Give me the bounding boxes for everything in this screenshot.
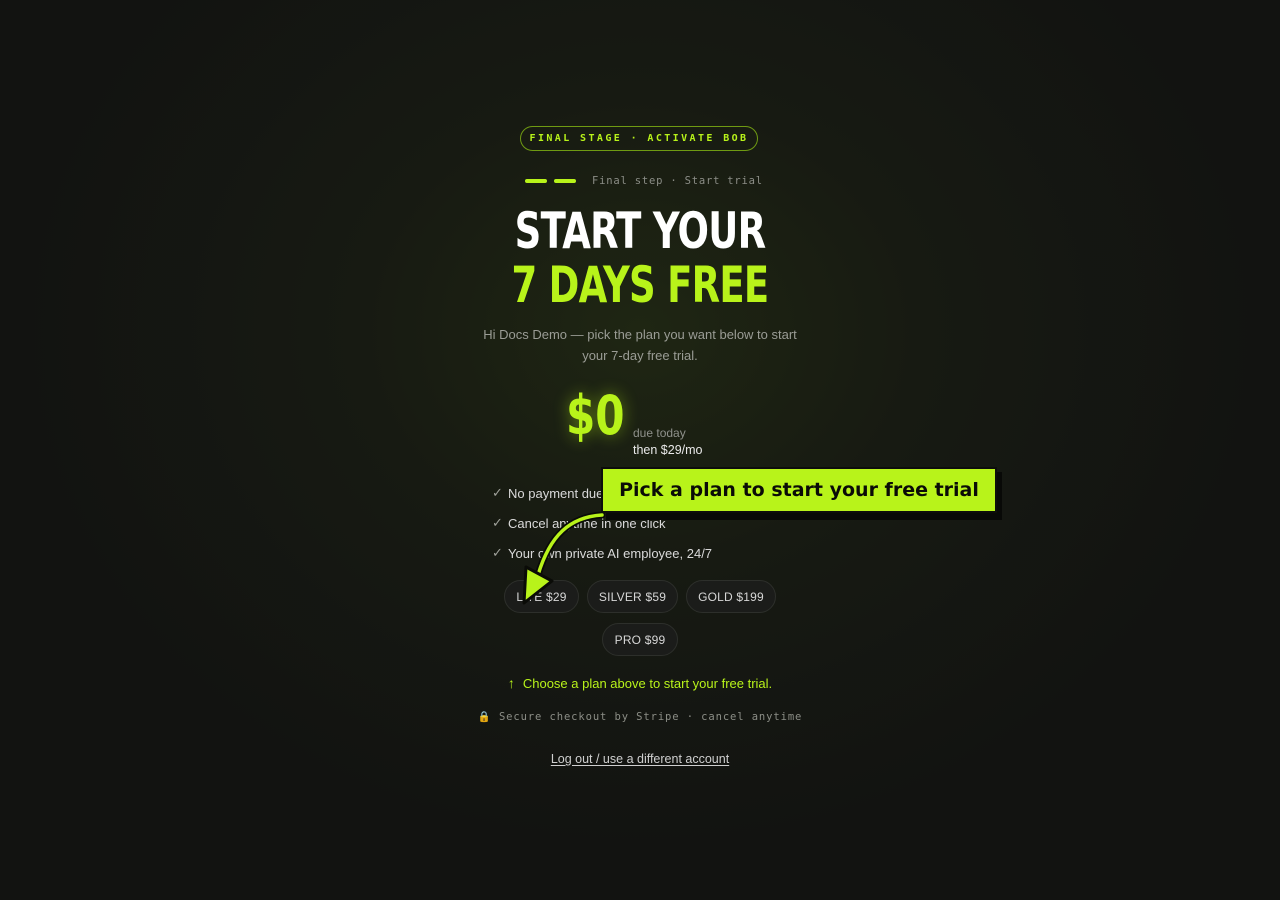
page-title: START YOUR 7 DAYS FREE <box>166 204 1113 312</box>
price-due-label: due today <box>633 426 686 440</box>
lock-icon: 🔒 <box>477 711 492 723</box>
title-line-1: START YOUR <box>514 202 766 260</box>
title-line-2: 7 DAYS FREE <box>511 256 770 314</box>
subtitle: Hi Docs Demo — pick the plan you want be… <box>483 327 797 363</box>
price-then-label: then $29/mo <box>633 443 703 457</box>
choose-plan-hint: ↑ Choose a plan above to start your free … <box>0 675 1280 691</box>
step-progress: Final step · Start trial <box>525 175 763 187</box>
price-amount: $0 <box>566 384 625 447</box>
arrow-up-icon: ↑ <box>507 675 515 691</box>
progress-step-1 <box>525 179 547 183</box>
tutorial-callout: Pick a plan to start your free trial <box>601 467 997 513</box>
logout-row: Log out / use a different account <box>0 750 1280 768</box>
progress-step-2 <box>554 179 576 183</box>
step-label: Final step · Start trial <box>592 175 763 187</box>
logout-link[interactable]: Log out / use a different account <box>551 752 729 766</box>
stage-badge: FINAL STAGE · ACTIVATE BOB <box>520 126 758 151</box>
check-icon: ✓ <box>492 485 503 500</box>
secure-text: Secure checkout by Stripe · cancel anyti… <box>498 711 803 723</box>
choose-hint-text: Choose a plan above to start your free t… <box>522 676 773 691</box>
curved-arrow-icon <box>522 511 606 605</box>
plan-pro-button[interactable]: PRO $99 <box>602 623 678 656</box>
secure-checkout-note: 🔒 Secure checkout by Stripe · cancel any… <box>0 710 1280 723</box>
plan-gold-button[interactable]: GOLD $199 <box>686 580 776 613</box>
